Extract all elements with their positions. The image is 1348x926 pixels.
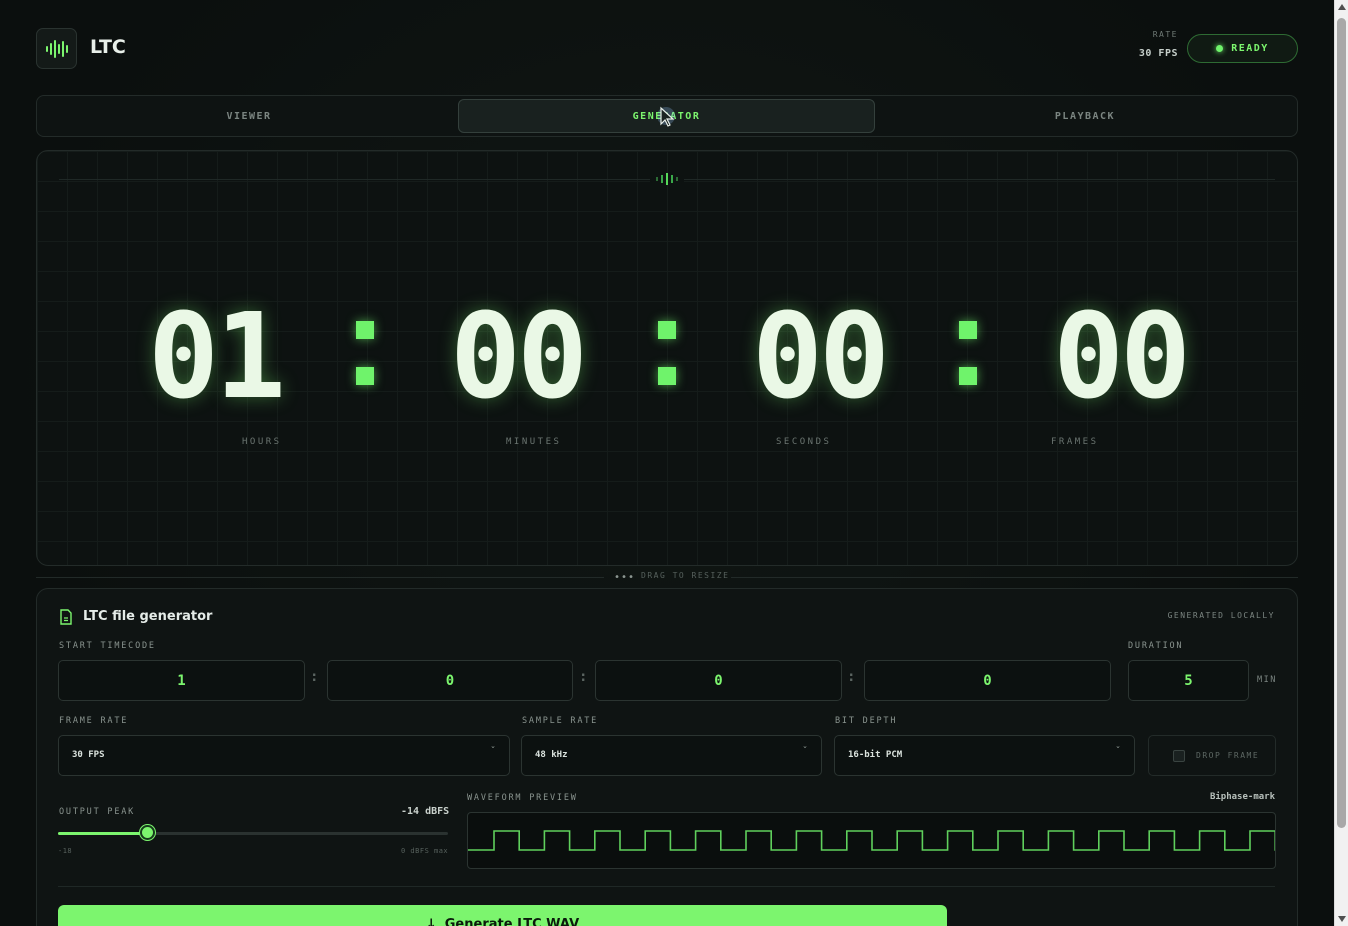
generate-button-label: Generate LTC WAV xyxy=(444,917,580,926)
scrollbar-thumb[interactable] xyxy=(1337,18,1346,828)
start-seconds-input[interactable]: 0 xyxy=(595,660,842,701)
page-scrollbar[interactable] xyxy=(1334,0,1348,926)
logo xyxy=(36,28,77,69)
duration-label: DURATION xyxy=(1128,641,1184,651)
sample-rate-select[interactable]: 48 kHz ˇ xyxy=(521,735,822,776)
rate-value: 30 FPS xyxy=(1138,48,1178,59)
frame-rate-label: FRAME RATE xyxy=(59,716,129,726)
app-page: LTC RATE 30 FPS READY VIEWER GENERATOR P… xyxy=(0,0,1334,926)
frame-rate-select[interactable]: 30 FPS ˇ xyxy=(58,735,510,776)
colon-separator xyxy=(959,317,977,387)
bit-depth-select[interactable]: 16-bit PCM ˇ xyxy=(834,735,1135,776)
colon-separator xyxy=(658,317,676,387)
start-minutes-input[interactable]: 0 xyxy=(327,660,573,701)
resize-handle[interactable]: ••• DRAG TO RESIZE xyxy=(36,570,1298,584)
panel-title: LTC file generator xyxy=(83,609,213,624)
output-peak-slider[interactable] xyxy=(58,825,448,840)
timecode-separator: : xyxy=(847,669,856,685)
chevron-down-icon: ˇ xyxy=(489,746,496,757)
brand-name: LTC xyxy=(90,36,126,58)
waveform-trace xyxy=(468,830,1275,851)
frame-rate-indicator: RATE 30 FPS xyxy=(1139,30,1178,59)
slider-fill xyxy=(58,832,148,835)
start-hours-input[interactable]: 1 xyxy=(58,660,305,701)
hours-label: HOURS xyxy=(242,437,282,447)
frames-digits: 00 xyxy=(1053,287,1191,425)
bit-depth-label: BIT DEPTH xyxy=(835,716,898,726)
tab-playback[interactable]: PLAYBACK xyxy=(876,99,1294,133)
sample-rate-value: 48 kHz xyxy=(535,750,568,760)
timecode-separator: : xyxy=(310,669,319,685)
resize-line xyxy=(731,577,1298,578)
generator-panel: LTC file generator GENERATED LOCALLY STA… xyxy=(36,588,1298,926)
waveform-encoding: Biphase-mark xyxy=(1209,792,1275,802)
signal-meter-icon xyxy=(650,173,684,185)
output-peak-label: OUTPUT PEAK xyxy=(59,807,136,817)
status-badge: READY xyxy=(1187,34,1298,63)
status-dot-icon xyxy=(1216,45,1224,52)
seconds-digits: 00 xyxy=(752,287,890,425)
scroll-up-arrow-icon[interactable] xyxy=(1338,4,1346,10)
rate-label: RATE xyxy=(1152,30,1178,39)
drop-frame-label: DROP FRAME xyxy=(1196,751,1260,760)
waveform-preview-label: WAVEFORM PREVIEW xyxy=(467,793,578,803)
resize-label: DRAG TO RESIZE xyxy=(641,571,730,580)
duration-input[interactable]: 5 xyxy=(1128,660,1249,701)
colon-separator xyxy=(356,317,374,387)
minutes-digits: 00 xyxy=(450,287,588,425)
start-timecode-label: START TIMECODE xyxy=(59,641,156,651)
download-icon: ↓ xyxy=(425,917,437,926)
drop-frame-toggle[interactable]: DROP FRAME xyxy=(1148,735,1276,776)
frames-label: FRAMES xyxy=(1051,437,1099,447)
generate-wav-button[interactable]: ↓ Generate LTC WAV xyxy=(58,905,947,926)
bit-depth-value: 16-bit PCM xyxy=(848,750,903,760)
timecode-digits: 01 00 00 00 xyxy=(37,291,1297,421)
output-peak-value: -14 dBFS xyxy=(401,806,450,817)
app-header: LTC RATE 30 FPS READY xyxy=(36,28,1298,69)
tab-viewer[interactable]: VIEWER xyxy=(41,99,457,133)
timecode-display: 01 00 00 00 HOURS MINUTES SECONDS FRAMES xyxy=(36,150,1298,566)
hours-digits: 01 xyxy=(148,287,286,425)
drop-frame-checkbox[interactable] xyxy=(1173,750,1185,762)
duration-unit: MIN xyxy=(1257,675,1277,685)
slider-handle[interactable] xyxy=(140,825,155,840)
frame-rate-value: 30 FPS xyxy=(72,750,105,760)
file-icon xyxy=(60,609,72,625)
timecode-separator: : xyxy=(579,669,588,685)
section-divider xyxy=(58,886,1275,887)
sample-rate-label: SAMPLE RATE xyxy=(522,716,599,726)
waveform-logo-icon xyxy=(45,39,68,58)
scroll-down-arrow-icon[interactable] xyxy=(1338,916,1346,922)
mouse-cursor-icon xyxy=(658,106,675,127)
resize-line xyxy=(36,577,604,578)
status-text: READY xyxy=(1231,43,1269,54)
waveform-preview xyxy=(467,812,1276,869)
slider-min-label: -18 xyxy=(58,847,73,855)
start-frames-input[interactable]: 0 xyxy=(864,660,1111,701)
chevron-down-icon: ˇ xyxy=(801,746,808,757)
chevron-down-icon: ˇ xyxy=(1114,746,1121,757)
generated-locally-note: GENERATED LOCALLY xyxy=(1167,611,1275,620)
grip-dots-icon: ••• xyxy=(614,572,636,583)
slider-max-label: 0 dBFS max xyxy=(401,847,449,855)
minutes-label: MINUTES xyxy=(506,437,562,447)
seconds-label: SECONDS xyxy=(776,437,832,447)
